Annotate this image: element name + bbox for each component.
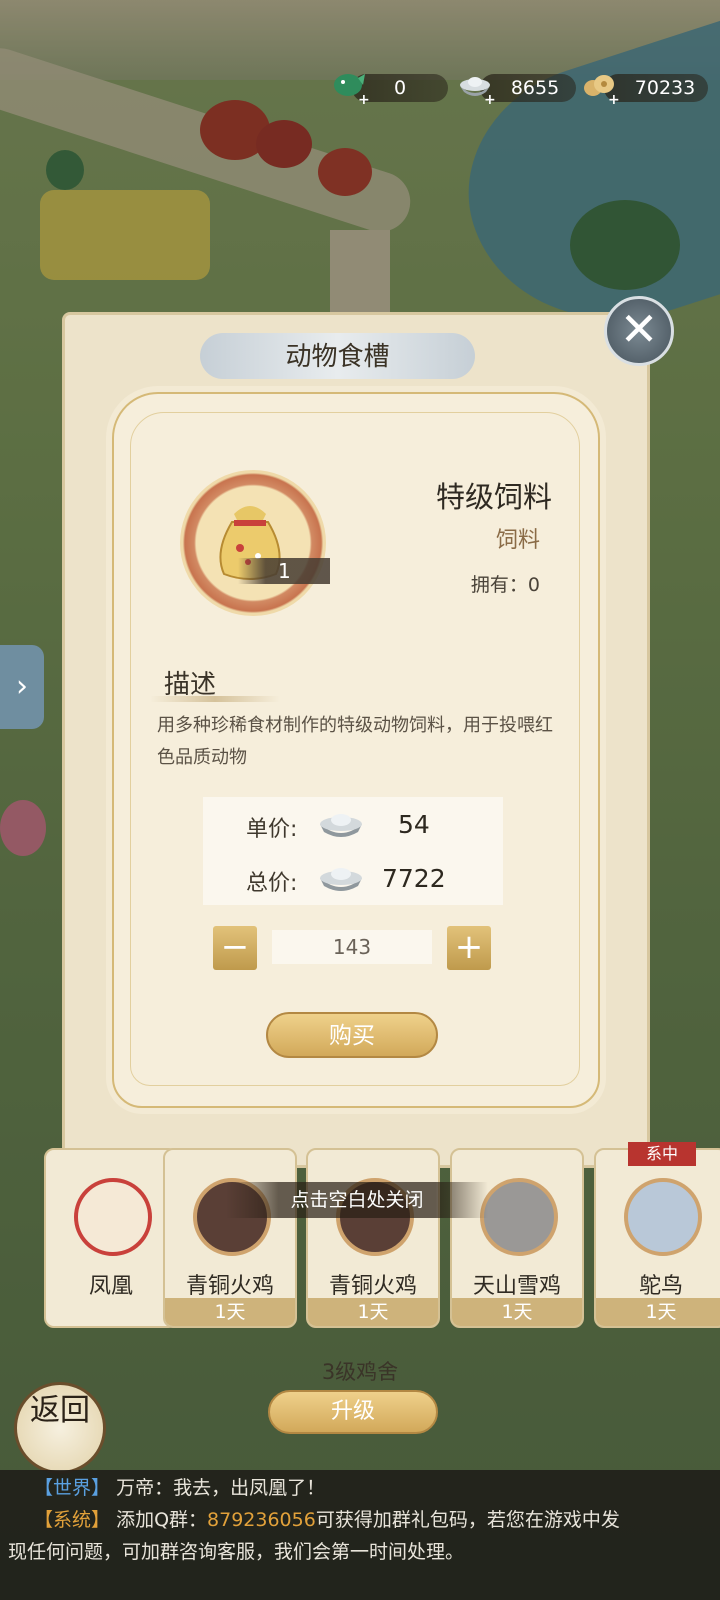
animal-card[interactable]: 鸵鸟 1天 bbox=[594, 1148, 720, 1328]
animal-name: 青铜火鸡 bbox=[328, 1274, 417, 1299]
chat-line-system: 【系统】 添加Q群：879236056可获得加群礼包码，若您在游戏中发 bbox=[34, 1504, 714, 1536]
total-price-label: 总价: bbox=[246, 871, 298, 896]
item-quantity-badge: 1 bbox=[238, 558, 330, 584]
chat-channel-system: 【系统】 bbox=[34, 1509, 111, 1531]
animal-days: 1天 bbox=[165, 1298, 295, 1326]
unit-price-value: 54 bbox=[398, 810, 430, 839]
unit-price-label: 单价: bbox=[246, 817, 298, 842]
chat-message: 可获得加群礼包码，若您在游戏中发 bbox=[315, 1509, 620, 1531]
phoenix-avatar bbox=[74, 1178, 152, 1256]
animal-card[interactable]: 青铜火鸡 1天 bbox=[306, 1148, 440, 1328]
add-gold-icon[interactable]: + bbox=[608, 93, 620, 107]
ostrich-avatar bbox=[624, 1178, 702, 1256]
panel-title: 动物食槽 bbox=[285, 342, 390, 372]
snow-chicken-avatar bbox=[480, 1178, 558, 1256]
coop-level-label: 3级鸡舍 bbox=[321, 1360, 399, 1384]
animal-card[interactable]: 凤凰 bbox=[44, 1148, 178, 1328]
decrease-quantity-button[interactable]: − bbox=[213, 926, 257, 970]
close-button[interactable]: ✕ bbox=[604, 296, 674, 366]
status-tag: 系中 bbox=[628, 1142, 696, 1166]
animal-name: 青铜火鸡 bbox=[185, 1274, 274, 1299]
chat-panel[interactable]: 【世界】 万帝：我去，出凤凰了！ 【系统】 添加Q群：879236056可获得加… bbox=[0, 1470, 720, 1600]
currency-silver-value: 8655 bbox=[510, 77, 560, 99]
increase-quantity-button[interactable]: + bbox=[447, 926, 491, 970]
side-expand-button[interactable]: › bbox=[0, 645, 44, 729]
add-jade-icon[interactable]: + bbox=[358, 93, 370, 107]
animal-name: 凤凰 bbox=[88, 1274, 133, 1299]
upgrade-button[interactable]: 升级 bbox=[268, 1390, 438, 1434]
qq-group-number[interactable]: 879236056 bbox=[207, 1509, 316, 1531]
item-name: 特级饲料 bbox=[435, 480, 552, 514]
chevron-right-icon: › bbox=[16, 669, 28, 704]
silver-ingot-icon bbox=[320, 868, 362, 891]
currency-gold-value: 70233 bbox=[634, 77, 696, 99]
owned-count: 拥有：0 bbox=[470, 574, 540, 596]
description-text: 用多种珍稀食材制作的特级动物饲料，用于投喂红色品质动物 bbox=[157, 715, 553, 768]
animal-days: 1天 bbox=[308, 1298, 438, 1326]
close-icon: ✕ bbox=[619, 302, 659, 356]
return-button[interactable]: 返回 bbox=[14, 1382, 106, 1474]
chat-message: 现任何问题，可加群咨询客服，我们会第一时间处理。 bbox=[8, 1541, 465, 1563]
chat-channel-world: 【世界】 bbox=[34, 1477, 111, 1499]
description-underline bbox=[150, 696, 280, 702]
animal-card[interactable]: 青铜火鸡 1天 bbox=[163, 1148, 297, 1328]
silver-ingot-icon bbox=[320, 814, 362, 837]
animal-name: 天山雪鸡 bbox=[472, 1274, 561, 1299]
close-hint: 点击空白处关闭 bbox=[226, 1182, 488, 1218]
item-type: 饲料 bbox=[495, 528, 540, 553]
buy-button[interactable]: 购买 bbox=[266, 1012, 438, 1058]
chat-message: 万帝：我去，出凤凰了！ bbox=[116, 1477, 326, 1499]
chat-line-world: 【世界】 万帝：我去，出凤凰了！ bbox=[34, 1472, 714, 1504]
animal-days: 1天 bbox=[452, 1298, 582, 1326]
chat-line-system-cont: 现任何问题，可加群咨询客服，我们会第一时间处理。 bbox=[8, 1536, 688, 1568]
chat-message: 添加Q群： bbox=[116, 1509, 208, 1531]
animal-days: 1天 bbox=[596, 1298, 720, 1326]
total-price-value: 7722 bbox=[382, 864, 446, 893]
add-silver-icon[interactable]: + bbox=[484, 93, 496, 107]
animal-card[interactable]: 天山雪鸡 1天 bbox=[450, 1148, 584, 1328]
quantity-input[interactable] bbox=[272, 930, 432, 964]
currency-jade-value: 0 bbox=[393, 77, 407, 99]
animal-name: 鸵鸟 bbox=[638, 1274, 683, 1299]
